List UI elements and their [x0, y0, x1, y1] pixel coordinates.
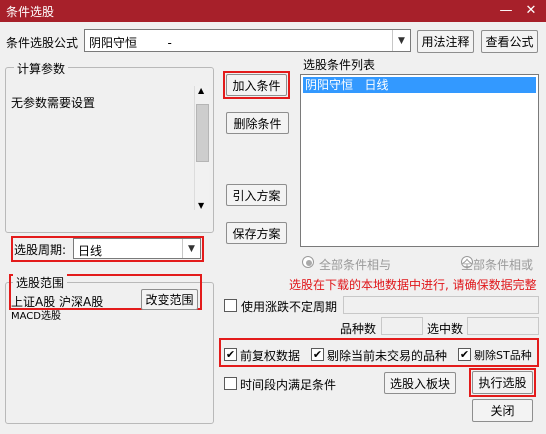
adjusted-checkbox[interactable]: ✔	[224, 348, 237, 361]
total-count-label: 品种数	[340, 322, 377, 336]
select-to-block-button[interactable]: 选股入板块	[384, 372, 456, 394]
formula-value: 阴阳守恒 -	[89, 36, 172, 50]
selected-count-label: 选中数	[427, 322, 464, 336]
period-combo[interactable]: 日线 ▼	[73, 238, 201, 259]
exclude-untraded-label: 剔除当前未交易的品种	[327, 349, 448, 363]
selected-count-field	[467, 317, 539, 335]
close-button[interactable]: 关闭	[472, 399, 533, 422]
title-bar: 条件选股 — ✕	[0, 0, 546, 22]
exclude-st-checkbox[interactable]: ✔	[458, 348, 471, 361]
window-title: 条件选股	[6, 5, 55, 19]
formula-label: 条件选股公式	[6, 36, 79, 50]
limit-period-label: 使用涨跌不定周期	[241, 300, 338, 314]
params-group-title: 计算参数	[14, 60, 69, 77]
delete-condition-button[interactable]: 删除条件	[226, 112, 289, 134]
range-extra-text: MACD选股	[11, 311, 61, 322]
chevron-down-icon[interactable]: ▼	[392, 30, 410, 51]
limit-period-field[interactable]	[343, 296, 539, 314]
params-scrollbar[interactable]: ▲ ▼	[194, 86, 209, 210]
scroll-thumb[interactable]	[196, 104, 209, 162]
condition-list[interactable]: 阴阳守恒 日线	[300, 74, 539, 247]
scroll-up-icon[interactable]: ▲	[198, 86, 204, 95]
exclude-st-label: 剔除ST品种	[474, 349, 532, 362]
params-group	[5, 67, 214, 233]
list-item[interactable]: 阴阳守恒 日线	[303, 77, 536, 93]
exclude-untraded-checkbox[interactable]: ✔	[311, 348, 324, 361]
all-and-radio[interactable]	[302, 256, 314, 268]
minimize-icon[interactable]: —	[498, 3, 514, 19]
no-params-text: 无参数需要设置	[11, 96, 96, 110]
total-count-field	[381, 317, 423, 335]
condition-list-title: 选股条件列表	[303, 58, 376, 72]
local-data-note: 选股在下载的本地数据中进行, 请确保数据完整	[289, 278, 537, 292]
chevron-down-icon[interactable]: ▼	[182, 239, 200, 258]
close-icon[interactable]: ✕	[523, 3, 539, 19]
limit-period-checkbox[interactable]	[224, 299, 237, 312]
adjusted-label: 前复权数据	[240, 349, 301, 363]
import-plan-button[interactable]: 引入方案	[226, 184, 287, 206]
time-segment-label: 时间段内满足条件	[240, 378, 337, 392]
add-condition-button[interactable]: 加入条件	[226, 74, 287, 96]
scroll-down-icon[interactable]: ▼	[198, 201, 204, 210]
execute-button[interactable]: 执行选股	[472, 371, 533, 394]
all-and-label: 全部条件相与	[319, 258, 392, 272]
time-segment-checkbox[interactable]	[224, 377, 237, 390]
view-formula-button[interactable]: 查看公式	[481, 30, 538, 53]
period-value: 日线	[78, 244, 103, 258]
range-group-title: 选股范围	[13, 274, 68, 291]
period-label: 选股周期:	[14, 243, 67, 257]
usage-notes-button[interactable]: 用法注释	[417, 30, 474, 53]
formula-combo[interactable]: 阴阳守恒 - ▼	[84, 29, 411, 52]
all-or-label: 全部条件相或	[461, 258, 534, 272]
change-range-button[interactable]: 改变范围	[141, 289, 198, 310]
save-plan-button[interactable]: 保存方案	[226, 222, 287, 244]
